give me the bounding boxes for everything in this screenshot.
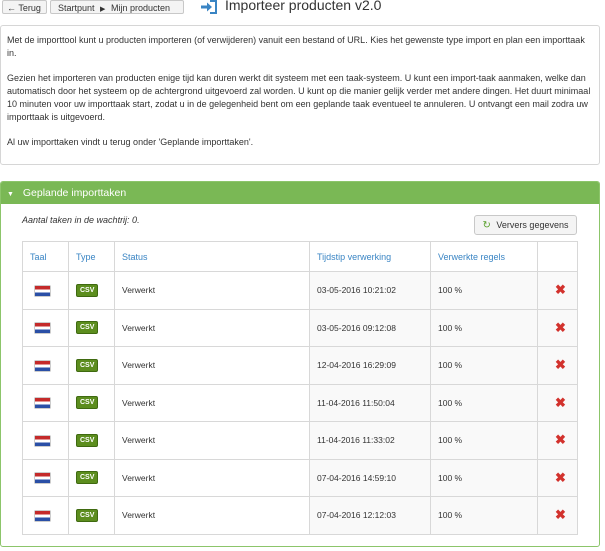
- nl-flag-icon: [35, 285, 50, 296]
- back-button[interactable]: ← Terug: [2, 0, 47, 14]
- nl-flag-icon: [35, 398, 50, 409]
- processed-cell: 100 %: [430, 421, 538, 460]
- status-cell: Verwerkt: [114, 308, 310, 347]
- nl-flag-icon: [35, 435, 50, 446]
- caret-down-icon: ▼: [7, 191, 14, 198]
- csv-badge: CSV: [76, 283, 99, 297]
- intro-paragraph-3: Al uw importtaken vindt u terug onder 'G…: [7, 136, 254, 147]
- csv-badge: CSV: [76, 358, 99, 372]
- delete-x-icon[interactable]: ✖: [545, 470, 576, 486]
- processed-cell: 100 %: [430, 271, 538, 310]
- time-cell: 07-04-2016 14:59:10: [309, 458, 431, 497]
- processed-cell: 100 %: [430, 496, 538, 535]
- table-row: CSV Verwerkt 07-04-2016 14:59:10 100 % ✖: [22, 458, 578, 497]
- time-cell: 03-05-2016 10:21:02: [309, 271, 431, 310]
- column-header-status[interactable]: Status: [114, 241, 310, 272]
- time-cell: 07-04-2016 12:12:03: [309, 496, 431, 535]
- processed-cell: 100 %: [430, 308, 538, 347]
- nl-flag-icon: [35, 473, 50, 484]
- processed-cell: 100 %: [430, 383, 538, 422]
- column-header-language[interactable]: Taal: [22, 241, 69, 272]
- refresh-icon: ↻: [482, 220, 491, 231]
- table-row: CSV Verwerkt 03-05-2016 09:12:08 100 % ✖: [22, 308, 578, 347]
- processed-cell: 100 %: [430, 458, 538, 497]
- back-button-label: Terug: [18, 3, 41, 13]
- scheduled-imports-panel: ▼ Geplande importtaken Aantal taken in d…: [0, 181, 600, 547]
- delete-x-icon[interactable]: ✖: [545, 320, 576, 336]
- sign-in-icon: [201, 0, 217, 14]
- column-header-processed[interactable]: Verwerkte regels: [430, 241, 538, 272]
- status-cell: Verwerkt: [114, 458, 310, 497]
- table-header-row: Taal Type Status Tijdstip verwerking Ver…: [22, 241, 578, 272]
- refresh-button[interactable]: ↻ Ververs gegevens: [474, 215, 577, 235]
- top-bar: ← Terug Startpunt ▶ Mijn producten Impor…: [0, 0, 605, 20]
- intro-box: Met de importtool kunt u producten impor…: [0, 25, 600, 165]
- breadcrumb-separator-icon: ▶: [100, 6, 106, 13]
- column-header-time[interactable]: Tijdstip verwerking: [309, 241, 431, 272]
- nl-flag-icon: [35, 360, 50, 371]
- csv-badge: CSV: [76, 396, 99, 410]
- breadcrumb-home[interactable]: Startpunt: [58, 3, 95, 13]
- table-row: CSV Verwerkt 12-04-2016 16:29:09 100 % ✖: [22, 346, 578, 385]
- tasks-table: Taal Type Status Tijdstip verwerking Ver…: [22, 241, 578, 535]
- time-cell: 03-05-2016 09:12:08: [309, 308, 431, 347]
- delete-x-icon[interactable]: ✖: [545, 282, 576, 298]
- nl-flag-icon: [35, 323, 50, 334]
- status-cell: Verwerkt: [114, 346, 310, 385]
- arrow-left-icon: ←: [7, 3, 16, 13]
- processed-cell: 100 %: [430, 346, 538, 385]
- queue-count: Aantal taken in de wachtrij: 0.: [22, 215, 140, 225]
- csv-badge: CSV: [76, 321, 99, 335]
- status-cell: Verwerkt: [114, 383, 310, 422]
- page-title: Importeer producten v2.0: [225, 0, 382, 13]
- csv-badge: CSV: [76, 433, 99, 447]
- csv-badge: CSV: [76, 508, 99, 522]
- status-cell: Verwerkt: [114, 421, 310, 460]
- breadcrumb: Startpunt ▶ Mijn producten: [50, 0, 184, 14]
- time-cell: 12-04-2016 16:29:09: [309, 346, 431, 385]
- nl-flag-icon: [35, 510, 50, 521]
- csv-badge: CSV: [76, 471, 99, 485]
- intro-paragraph-2: Gezien het importeren van producten enig…: [7, 72, 591, 123]
- time-cell: 11-04-2016 11:33:02: [309, 421, 431, 460]
- table-row: CSV Verwerkt 03-05-2016 10:21:02 100 % ✖: [22, 271, 578, 310]
- table-row: CSV Verwerkt 11-04-2016 11:50:04 100 % ✖: [22, 383, 578, 422]
- time-cell: 11-04-2016 11:50:04: [309, 383, 431, 422]
- table-row: CSV Verwerkt 11-04-2016 11:33:02 100 % ✖: [22, 421, 578, 460]
- status-cell: Verwerkt: [114, 496, 310, 535]
- delete-x-icon[interactable]: ✖: [545, 432, 576, 448]
- delete-x-icon[interactable]: ✖: [545, 395, 576, 411]
- refresh-button-label: Ververs gegevens: [496, 220, 569, 230]
- status-cell: Verwerkt: [114, 271, 310, 310]
- breadcrumb-current[interactable]: Mijn producten: [111, 3, 170, 13]
- intro-paragraph-1: Met de importtool kunt u producten impor…: [7, 35, 585, 59]
- delete-x-icon[interactable]: ✖: [545, 357, 576, 373]
- delete-x-icon[interactable]: ✖: [545, 507, 576, 523]
- table-row: CSV Verwerkt 07-04-2016 12:12:03 100 % ✖: [22, 496, 578, 535]
- column-header-type[interactable]: Type: [68, 241, 115, 272]
- column-header-actions: [537, 241, 578, 272]
- panel-header[interactable]: ▼ Geplande importtaken: [1, 182, 599, 204]
- panel-title: Geplande importtaken: [22, 187, 127, 199]
